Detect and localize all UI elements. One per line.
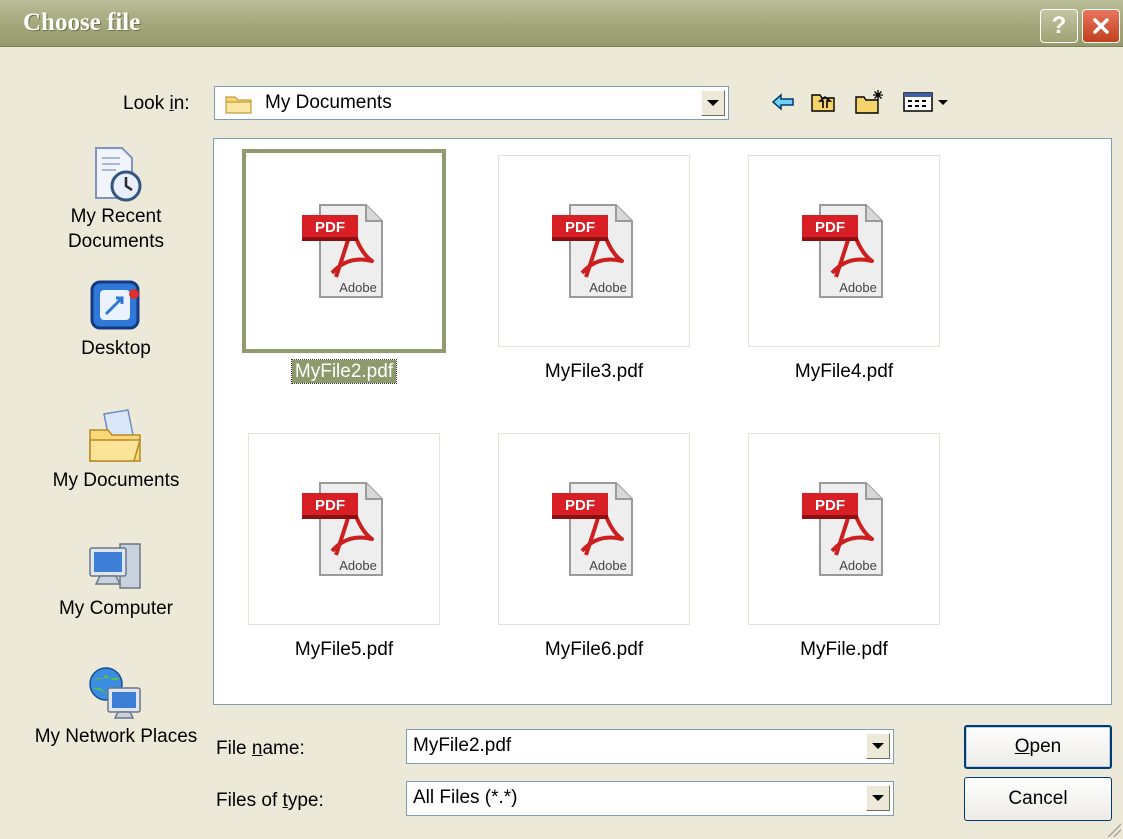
recent-documents-icon	[86, 144, 146, 204]
file-name: MyFile.pdf	[800, 639, 888, 660]
lookin-dropdown[interactable]: My Documents	[214, 86, 729, 120]
place-my-documents[interactable]: My Documents	[24, 408, 208, 493]
my-computer-icon	[86, 536, 146, 596]
close-button[interactable]	[1082, 9, 1120, 43]
filename-value: MyFile2.pdf	[413, 735, 512, 756]
pdf-file-icon: PDF Adobe	[802, 204, 883, 298]
window-title: Choose file	[23, 9, 141, 36]
file-name: MyFile3.pdf	[544, 361, 644, 382]
place-label: My Computer	[58, 598, 174, 619]
place-label: My Documents	[52, 470, 180, 491]
help-button[interactable]: ?	[1040, 9, 1078, 43]
pdf-badge-label: PDF	[815, 497, 845, 514]
chevron-down-icon	[707, 100, 719, 106]
file-thumbnail: PDF Adobe	[498, 433, 690, 625]
file-thumbnail: PDF Adobe	[498, 155, 690, 347]
cancel-button-label: Cancel	[1008, 788, 1068, 809]
lookin-label: Look in:	[123, 93, 190, 114]
file-list[interactable]: PDF Adobe MyFile2.pdf PDF Adobe MyFile3.pd…	[213, 138, 1112, 705]
place-label: Desktop	[81, 338, 151, 359]
place-label: My Recent Documents	[67, 206, 165, 252]
new-folder-button[interactable]	[852, 88, 886, 116]
file-name: MyFile2.pdf	[248, 359, 440, 384]
pdf-brand-label: Adobe	[839, 558, 877, 573]
filename-dropdown-button[interactable]	[866, 733, 890, 759]
file-name: MyFile4.pdf	[794, 361, 894, 382]
place-desktop[interactable]: Desktop	[24, 276, 208, 361]
lookin-dropdown-button[interactable]	[701, 90, 725, 116]
place-label: My Network Places	[34, 726, 198, 747]
file-name: MyFile6.pdf	[544, 639, 644, 660]
file-thumbnail: PDF Adobe	[248, 433, 440, 625]
file-thumbnail: PDF Adobe	[748, 155, 940, 347]
place-network[interactable]: My Network Places	[24, 664, 208, 749]
file-thumbnail: PDF Adobe	[242, 149, 446, 353]
filetype-dropdown-button[interactable]	[866, 785, 890, 811]
pdf-badge-label: PDF	[565, 219, 595, 236]
pdf-file-icon: PDF Adobe	[552, 482, 633, 576]
file-thumbnail: PDF Adobe	[748, 433, 940, 625]
open-button-label: Open	[1014, 736, 1062, 757]
filename-label: File name:	[216, 738, 305, 759]
filetype-label: Files of type:	[216, 790, 324, 811]
close-icon	[1093, 18, 1109, 34]
my-documents-icon	[86, 408, 146, 468]
pdf-badge-label: PDF	[315, 497, 345, 514]
filename-field[interactable]: MyFile2.pdf	[406, 729, 894, 764]
desktop-icon	[86, 276, 146, 336]
pdf-brand-label: Adobe	[339, 280, 377, 295]
views-menu-icon	[903, 92, 948, 112]
pdf-file-icon: PDF Adobe	[302, 204, 383, 298]
cancel-button[interactable]: Cancel	[964, 777, 1112, 821]
choose-file-dialog: Choose file ? Look in: My Documents My R…	[0, 0, 1123, 839]
filetype-dropdown[interactable]: All Files (*.*)	[406, 781, 894, 816]
new-folder-icon	[855, 90, 883, 114]
network-places-icon	[86, 664, 146, 724]
filetype-value: All Files (*.*)	[413, 787, 518, 808]
views-menu-button[interactable]	[900, 88, 952, 116]
place-recent-documents[interactable]: My Recent Documents	[24, 144, 208, 254]
pdf-file-icon: PDF Adobe	[802, 482, 883, 576]
place-my-computer[interactable]: My Computer	[24, 536, 208, 621]
lookin-value: My Documents	[265, 92, 392, 113]
up-folder-button[interactable]	[808, 88, 838, 116]
help-icon: ?	[1051, 12, 1067, 39]
chevron-down-icon	[872, 795, 884, 801]
open-button[interactable]: Open	[964, 725, 1112, 769]
pdf-badge-label: PDF	[815, 219, 845, 236]
up-folder-icon	[811, 94, 835, 112]
pdf-file-icon: PDF Adobe	[302, 482, 383, 576]
folder-icon	[225, 96, 252, 114]
pdf-brand-label: Adobe	[339, 558, 377, 573]
pdf-file-icon: PDF Adobe	[552, 204, 633, 298]
chevron-down-icon	[872, 743, 884, 749]
pdf-brand-label: Adobe	[589, 280, 627, 295]
resize-grip[interactable]	[1107, 823, 1121, 837]
pdf-brand-label: Adobe	[589, 558, 627, 573]
title-bar[interactable]: Choose file ?	[0, 0, 1123, 47]
pdf-brand-label: Adobe	[839, 280, 877, 295]
back-icon	[771, 93, 794, 111]
pdf-badge-label: PDF	[565, 497, 595, 514]
pdf-badge-label: PDF	[315, 219, 345, 236]
back-button[interactable]	[768, 88, 798, 116]
file-name: MyFile5.pdf	[294, 639, 394, 660]
